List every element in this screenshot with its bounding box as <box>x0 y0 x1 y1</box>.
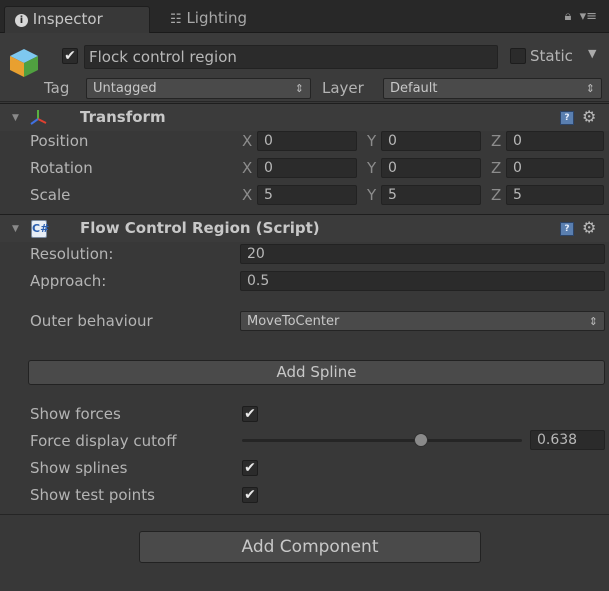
axis-z-label: Z <box>491 186 502 204</box>
cutoff-slider-thumb[interactable] <box>413 433 428 447</box>
tab-lighting-label: Lighting <box>186 9 248 27</box>
add-component-button[interactable]: Add Component <box>139 531 481 563</box>
axis-y-label: Y <box>367 132 377 150</box>
lighting-icon: ☷ <box>170 12 182 27</box>
foldout-arrow-icon[interactable]: ▼ <box>12 224 19 234</box>
scale-label: Scale <box>30 186 71 204</box>
position-y-field[interactable]: 0 <box>381 131 481 151</box>
help-icon[interactable]: ? <box>560 111 574 125</box>
gear-icon[interactable]: ⚙ <box>582 218 596 237</box>
script-component-title: Flow Control Region (Script) <box>80 219 320 237</box>
rotation-y-field[interactable]: 0 <box>381 158 481 178</box>
resolution-label: Resolution: <box>30 245 114 263</box>
static-checkbox[interactable] <box>510 48 526 64</box>
layer-label: Layer <box>322 79 364 97</box>
help-icon[interactable]: ? <box>560 222 574 236</box>
show-splines-checkbox[interactable]: ✔ <box>242 460 258 476</box>
scale-y-field[interactable]: 5 <box>381 185 481 205</box>
dropdown-arrows-icon: ⇕ <box>588 315 598 328</box>
outer-behaviour-value: MoveToCenter <box>247 314 340 329</box>
resolution-field[interactable]: 20 <box>240 244 605 264</box>
tab-lighting[interactable]: ☷ Lighting <box>160 6 290 33</box>
show-test-points-checkbox[interactable]: ✔ <box>242 487 258 503</box>
position-z-field[interactable]: 0 <box>506 131 604 151</box>
force-display-cutoff-label: Force display cutoff <box>30 432 177 450</box>
csharp-script-icon: C# <box>31 220 49 238</box>
axis-z-label: Z <box>491 132 502 150</box>
layer-value: Default <box>390 81 438 96</box>
cutoff-slider-track[interactable] <box>242 439 522 442</box>
divider <box>0 514 609 515</box>
approach-field[interactable]: 0.5 <box>240 271 605 291</box>
show-test-points-label: Show test points <box>30 486 155 504</box>
rotation-z-field[interactable]: 0 <box>506 158 604 178</box>
menu-icon[interactable]: ▾≡ <box>580 9 597 24</box>
rotation-label: Rotation <box>30 159 93 177</box>
show-forces-checkbox[interactable]: ✔ <box>242 406 258 422</box>
show-splines-label: Show splines <box>30 459 128 477</box>
info-icon: i <box>15 14 28 27</box>
axis-z-label: Z <box>491 159 502 177</box>
rotation-x-field[interactable]: 0 <box>257 158 357 178</box>
position-label: Position <box>30 132 89 150</box>
foldout-arrow-icon[interactable]: ▼ <box>12 113 19 123</box>
active-checkbox[interactable]: ✔ <box>62 48 78 64</box>
tag-dropdown[interactable]: Untagged ⇕ <box>86 78 311 99</box>
scale-x-field[interactable]: 5 <box>257 185 357 205</box>
axis-x-label: X <box>242 159 253 177</box>
dropdown-arrows-icon: ⇕ <box>294 82 304 95</box>
tab-inspector[interactable]: i Inspector <box>4 6 150 33</box>
tab-inspector-label: Inspector <box>32 10 103 28</box>
tag-label: Tag <box>44 79 70 97</box>
transform-title: Transform <box>80 108 166 126</box>
axis-y-label: Y <box>367 159 377 177</box>
gameobject-cube-icon <box>10 49 38 77</box>
gear-icon[interactable]: ⚙ <box>582 107 596 126</box>
outer-behaviour-dropdown[interactable]: MoveToCenter ⇕ <box>240 311 605 331</box>
show-forces-label: Show forces <box>30 405 121 423</box>
axis-y-label: Y <box>367 186 377 204</box>
position-x-field[interactable]: 0 <box>257 131 357 151</box>
tab-bar: i Inspector ☷ Lighting 🔒︎ ▾≡ <box>0 0 609 33</box>
static-label: Static <box>530 47 573 65</box>
tab-bar-controls: 🔒︎ ▾≡ <box>565 9 597 24</box>
outer-behaviour-label: Outer behaviour <box>30 312 153 330</box>
tag-value: Untagged <box>93 81 157 96</box>
dropdown-arrows-icon: ⇕ <box>585 82 595 95</box>
layer-dropdown[interactable]: Default ⇕ <box>383 78 602 99</box>
axis-x-label: X <box>242 186 253 204</box>
object-name-field[interactable]: Flock control region <box>84 45 498 69</box>
object-header: ✔ Flock control region Static ▼ Tag Unta… <box>0 33 609 102</box>
transform-axes-icon <box>30 110 47 125</box>
lock-icon[interactable]: 🔒︎ <box>565 9 572 24</box>
approach-label: Approach: <box>30 272 107 290</box>
cutoff-value-field[interactable]: 0.638 <box>530 430 605 450</box>
add-spline-button[interactable]: Add Spline <box>28 360 605 385</box>
scale-z-field[interactable]: 5 <box>506 185 604 205</box>
script-component-header[interactable]: ▼ C# Flow Control Region (Script) ? ⚙ <box>0 214 609 242</box>
axis-x-label: X <box>242 132 253 150</box>
transform-header[interactable]: ▼ Transform ? ⚙ <box>0 103 609 131</box>
static-dropdown-icon[interactable]: ▼ <box>588 47 596 60</box>
